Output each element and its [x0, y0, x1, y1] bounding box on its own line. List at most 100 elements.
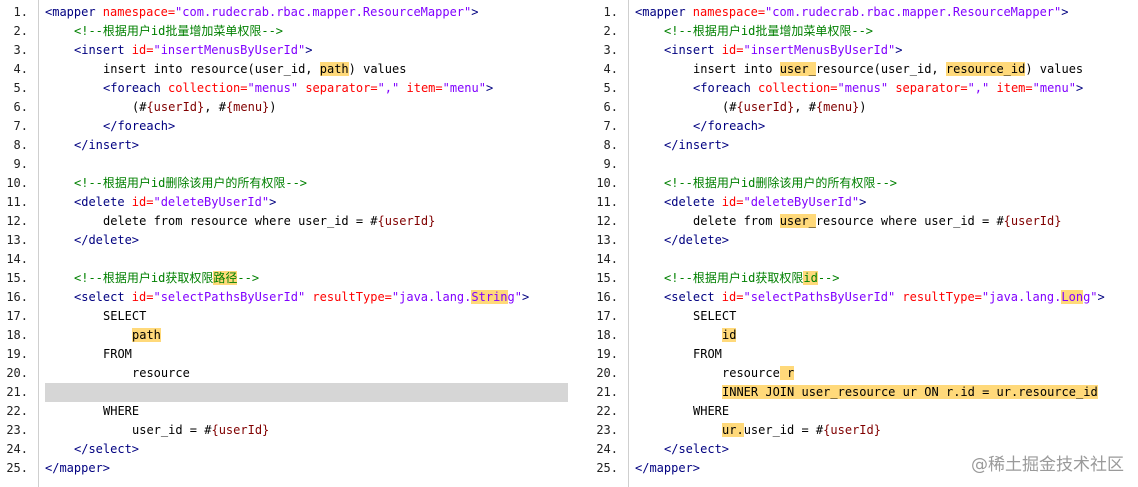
diff-highlight-token: ur.	[722, 423, 744, 437]
line-number: 22.	[6, 404, 28, 418]
line-number: 9.	[13, 157, 28, 171]
code-token: </foreach>	[693, 119, 766, 133]
code-token: <delete	[664, 195, 722, 209]
code-token: namespace=	[692, 5, 766, 19]
code-token: </select>	[664, 442, 730, 456]
code-line: <insert id="insertMenusByUserId">	[635, 41, 1134, 60]
code-token: , #	[794, 100, 816, 114]
line-number: 10.	[596, 176, 618, 190]
code-token: collection=	[168, 81, 248, 95]
code-token: <!--根据用户id获取权限	[664, 271, 804, 285]
code-token: g"	[507, 290, 522, 304]
code-token: id=	[721, 43, 744, 57]
line-number: 10.	[6, 176, 28, 190]
line-number: 5.	[603, 81, 618, 95]
code-token: g"	[1083, 290, 1098, 304]
code-token: <!--根据用户id批量增加菜单权限-->	[664, 24, 874, 38]
line-number: 3.	[603, 43, 618, 57]
code-line: </foreach>	[45, 117, 568, 136]
code-line: <foreach collection="menus" separator=",…	[635, 79, 1134, 98]
code-token: (#	[132, 100, 147, 114]
line-number: 25.	[596, 461, 618, 475]
line-number-gutter: 1. 2. 3. 4. 5. 6. 7. 8. 9. 10. 11. 12. 13. 14. 15. 16. 1…	[590, 0, 629, 487]
code-token: delete from resource where user_id = #	[103, 214, 378, 228]
code-token: </insert>	[74, 138, 140, 152]
line-number: 1.	[603, 5, 618, 19]
line-number: 4.	[603, 62, 618, 76]
line-number: 11.	[6, 195, 28, 209]
code-token: "deleteByUserId"	[743, 195, 860, 209]
code-token: id=	[131, 290, 154, 304]
line-number: 20.	[6, 366, 28, 380]
code-line: <!--根据用户id获取权限id-->	[635, 269, 1134, 288]
line-number: 25.	[6, 461, 28, 475]
code-token: resource(user_id,	[815, 62, 946, 76]
code-line: </insert>	[635, 136, 1134, 155]
code-line: insert into user_resource(user_id, resou…	[635, 60, 1134, 79]
code-token: resource	[132, 366, 190, 380]
code-line: id	[635, 326, 1134, 345]
code-token: <delete	[74, 195, 132, 209]
code-line: <!--根据用户id批量增加菜单权限-->	[635, 22, 1134, 41]
code-token: , #	[204, 100, 226, 114]
line-number: 12.	[6, 214, 28, 228]
code-line: <select id="selectPathsByUserId" resultT…	[45, 288, 568, 307]
code-token: FROM	[693, 347, 722, 361]
code-token: {menu}	[225, 100, 270, 114]
line-number: 11.	[596, 195, 618, 209]
line-number: 8.	[603, 138, 618, 152]
code-token: </foreach>	[103, 119, 176, 133]
code-token: </select>	[74, 442, 140, 456]
code-line: <!--根据用户id删除该用户的所有权限-->	[45, 174, 568, 193]
diff-highlight-token: user_	[779, 214, 816, 228]
code-token: separator=	[298, 81, 378, 95]
code-token: "java.lang.	[391, 290, 472, 304]
diff-highlight-token: user_	[779, 62, 816, 76]
code-token: >	[521, 290, 530, 304]
code-token: user_id = #	[132, 423, 212, 437]
line-number: 15.	[596, 271, 618, 285]
line-number: 7.	[13, 119, 28, 133]
code-token: </delete>	[664, 233, 730, 247]
code-token: id=	[721, 290, 744, 304]
code-line: </select>	[45, 440, 568, 459]
code-token: collection=	[758, 81, 838, 95]
code-token: ) values	[348, 62, 407, 76]
line-number: 5.	[13, 81, 28, 95]
diff-highlight-token: id	[722, 328, 737, 342]
diff-highlight-token: path	[319, 62, 349, 76]
line-number: 1.	[13, 5, 28, 19]
line-number: 22.	[596, 404, 618, 418]
code-token: "selectPathsByUserId"	[153, 290, 306, 304]
code-line: user_id = #{userId}	[45, 421, 568, 440]
right-diff-pane: 1. 2. 3. 4. 5. 6. 7. 8. 9. 10. 11. 12. 13. 14. 15. 16. 1…	[590, 0, 1138, 487]
code-line: insert into resource(user_id, path) valu…	[45, 60, 568, 79]
code-token: >	[895, 43, 903, 57]
code-token: resource	[722, 366, 780, 380]
code-line: INNER JOIN user_resource ur ON r.id = ur…	[635, 383, 1134, 402]
code-token: {userId}	[377, 214, 436, 228]
diff-highlight-token: Lon	[1061, 290, 1084, 304]
line-number: 4.	[13, 62, 28, 76]
code-token: item=	[989, 81, 1033, 95]
code-token: >	[471, 5, 479, 19]
code-token: </mapper>	[45, 461, 111, 475]
line-number: 6.	[603, 100, 618, 114]
line-number-gutter: 1. 2. 3. 4. 5. 6. 7. 8. 9. 10. 11. 12. 13. 14. 15. 16. 1…	[0, 0, 39, 487]
code-token: <foreach	[693, 81, 759, 95]
code-token: {userId}	[211, 423, 270, 437]
code-token: <!--根据用户id获取权限	[74, 271, 214, 285]
diff-highlight-token: 路径	[213, 271, 238, 285]
code-token: WHERE	[693, 404, 730, 418]
code-token: <insert	[74, 43, 132, 57]
code-token: "menu"	[442, 81, 486, 95]
code-line: <!--根据用户id删除该用户的所有权限-->	[635, 174, 1134, 193]
code-token: {userId}	[1003, 214, 1062, 228]
code-line: </insert>	[45, 136, 568, 155]
code-token: {userId}	[823, 423, 881, 437]
line-number: 14.	[596, 252, 618, 266]
code-area: <mapper namespace="com.rudecrab.rbac.map…	[45, 0, 568, 487]
code-token: <select	[664, 290, 722, 304]
code-line: SELECT	[45, 307, 568, 326]
